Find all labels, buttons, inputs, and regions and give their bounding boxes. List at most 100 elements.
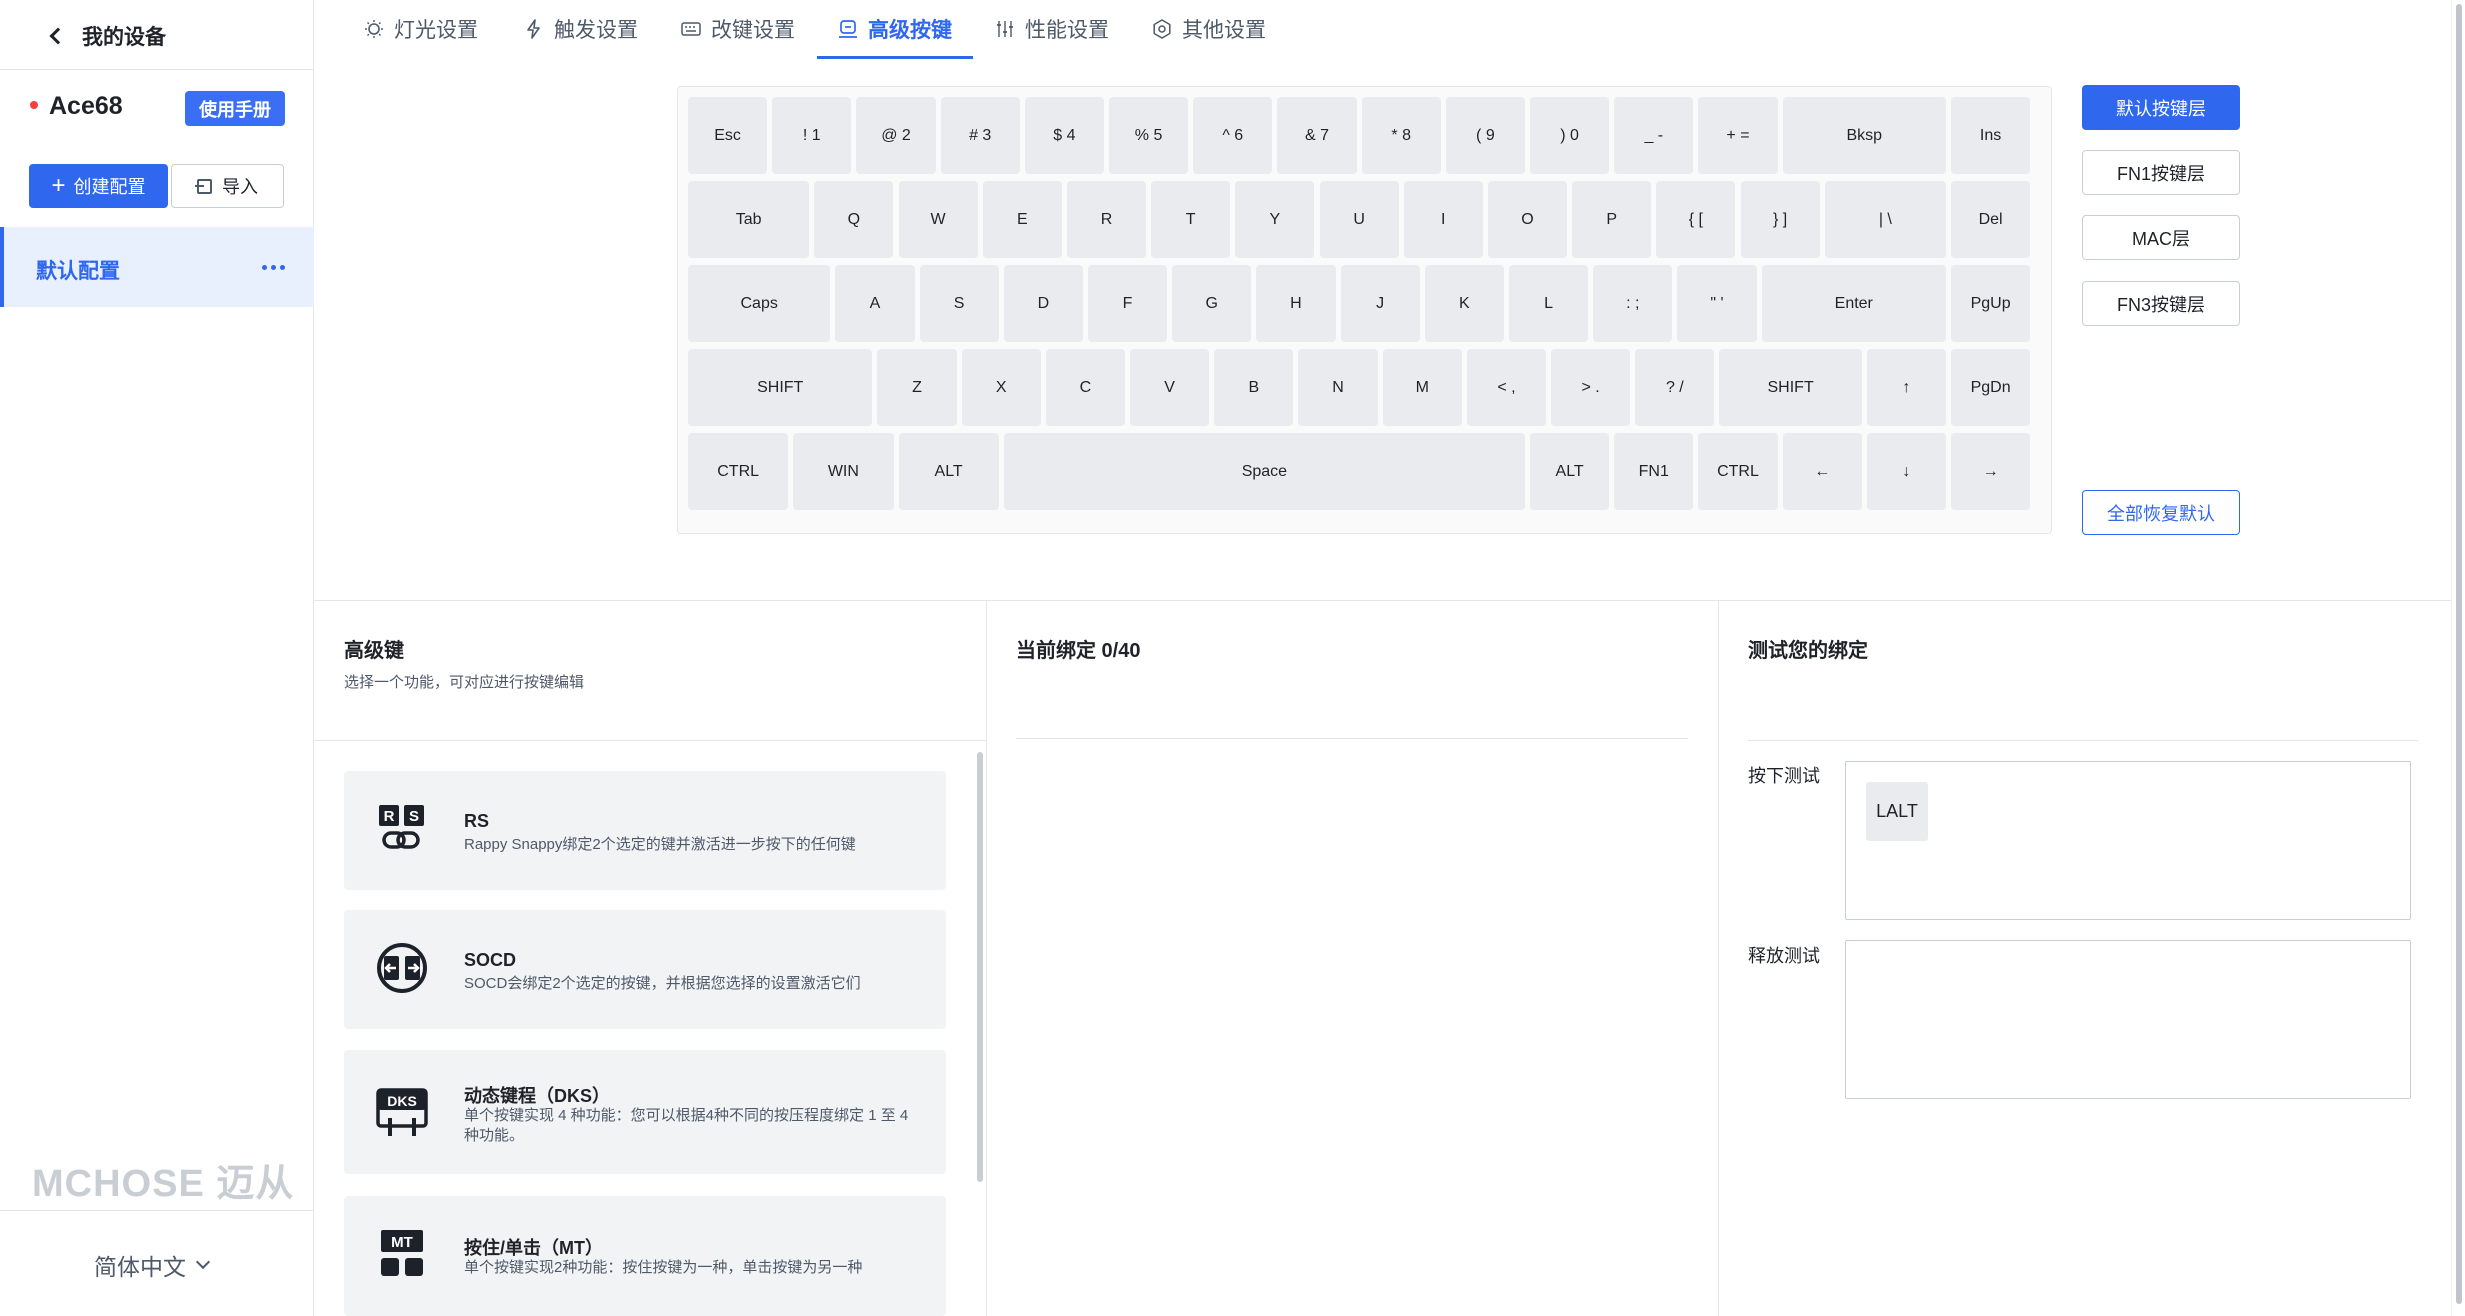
tab-trigger[interactable]: 触发设置 <box>524 0 638 58</box>
restore-all-button[interactable]: 全部恢复默认 <box>2082 490 2240 535</box>
key[interactable]: R <box>1066 181 1147 258</box>
key[interactable]: U <box>1319 181 1399 258</box>
key[interactable]: E <box>982 181 1062 258</box>
scrollbar-thumb[interactable] <box>2456 4 2462 1304</box>
key[interactable]: K <box>1424 265 1504 342</box>
key[interactable]: ^ 6 <box>1193 97 1273 174</box>
key[interactable]: C <box>1045 349 1126 426</box>
key[interactable]: A <box>835 265 915 342</box>
key[interactable]: O <box>1487 181 1568 258</box>
tab-remap[interactable]: 改键设置 <box>681 0 795 58</box>
config-item-default[interactable]: 默认配置 <box>0 227 314 307</box>
layer-mac-button[interactable]: MAC层 <box>2082 215 2240 260</box>
key[interactable]: _ - <box>1614 97 1694 174</box>
manual-button[interactable]: 使用手册 <box>185 91 285 126</box>
feature-card-rs[interactable]: R S RS Rappy Snappy绑定2个选定的键并激活进一步按下的任何键 <box>344 771 946 890</box>
feature-card-socd[interactable]: SOCD SOCD会绑定2个选定的按键，并根据您选择的设置激活它们 <box>344 910 946 1029</box>
key[interactable]: " ' <box>1677 265 1757 342</box>
key[interactable]: } ] <box>1740 181 1820 258</box>
top-tabs: 灯光设置 触发设置 改键设置 高级按键 性能设置 其他设置 <box>314 0 2451 60</box>
key[interactable]: G <box>1172 265 1252 342</box>
key[interactable]: ↓ <box>1866 433 1946 510</box>
import-button[interactable]: 导入 <box>171 164 284 208</box>
key[interactable]: Caps <box>688 265 831 342</box>
tab-other[interactable]: 其他设置 <box>1152 0 1266 58</box>
key[interactable]: Z <box>877 349 957 426</box>
key[interactable]: ( 9 <box>1445 97 1525 174</box>
key[interactable]: < , <box>1466 349 1547 426</box>
key[interactable]: W <box>898 181 978 258</box>
key[interactable]: PgUp <box>1951 265 2031 342</box>
key[interactable]: B <box>1214 349 1294 426</box>
key[interactable]: M <box>1382 349 1462 426</box>
key[interactable]: V <box>1130 349 1210 426</box>
key[interactable]: N <box>1298 349 1378 426</box>
key[interactable]: ↑ <box>1866 349 1946 426</box>
key[interactable]: ? / <box>1635 349 1715 426</box>
feature-card-dks[interactable]: DKS 动态键程（DKS） 单个按键实现 4 种功能：您可以根据4种不同的按压程… <box>344 1050 946 1174</box>
key[interactable]: | \ <box>1824 181 1946 258</box>
key[interactable]: S <box>919 265 999 342</box>
tab-advanced-keys[interactable]: 高级按键 <box>838 0 952 58</box>
key[interactable]: Q <box>814 181 894 258</box>
key[interactable]: * 8 <box>1361 97 1441 174</box>
key[interactable]: { [ <box>1656 181 1736 258</box>
key[interactable]: FN1 <box>1614 433 1694 510</box>
key[interactable]: Ins <box>1951 97 2031 174</box>
key[interactable]: % 5 <box>1109 97 1189 174</box>
import-icon <box>195 178 212 194</box>
release-test-box[interactable] <box>1845 940 2411 1099</box>
key[interactable]: WIN <box>793 433 894 510</box>
key[interactable]: + = <box>1698 97 1778 174</box>
key[interactable]: Y <box>1235 181 1315 258</box>
key[interactable]: ) 0 <box>1530 97 1610 174</box>
key[interactable]: $ 4 <box>1024 97 1104 174</box>
key[interactable]: J <box>1340 265 1420 342</box>
scrollbar[interactable] <box>977 752 983 1182</box>
layer-default-button[interactable]: 默认按键层 <box>2082 85 2240 130</box>
layer-fn1-button[interactable]: FN1按键层 <box>2082 150 2240 195</box>
key[interactable]: SHIFT <box>688 349 873 426</box>
chevron-left-icon <box>49 27 67 45</box>
layer-fn3-button[interactable]: FN3按键层 <box>2082 281 2240 326</box>
key[interactable]: Del <box>1951 181 2031 258</box>
key[interactable]: P <box>1572 181 1652 258</box>
key[interactable]: F <box>1087 265 1168 342</box>
back-button[interactable]: 我的设备 <box>46 18 166 54</box>
key[interactable]: & 7 <box>1277 97 1357 174</box>
create-config-button[interactable]: + 创建配置 <box>29 164 168 208</box>
press-test-box[interactable] <box>1845 761 2411 920</box>
language-select[interactable]: 简体中文 <box>94 1248 211 1282</box>
key[interactable]: I <box>1403 181 1483 258</box>
key[interactable]: @ 2 <box>856 97 936 174</box>
key[interactable]: : ; <box>1593 265 1673 342</box>
key[interactable]: ALT <box>1530 433 1610 510</box>
active-tab-indicator <box>817 56 973 59</box>
key[interactable]: Enter <box>1761 265 1946 342</box>
key[interactable]: SHIFT <box>1719 349 1862 426</box>
key[interactable]: CTRL <box>688 433 789 510</box>
key[interactable]: T <box>1151 181 1231 258</box>
key[interactable]: H <box>1256 265 1336 342</box>
tab-lighting[interactable]: 灯光设置 <box>364 0 478 58</box>
key[interactable]: ! 1 <box>772 97 852 174</box>
more-icon[interactable] <box>262 265 285 270</box>
key[interactable]: ALT <box>898 433 999 510</box>
key[interactable]: # 3 <box>940 97 1020 174</box>
feature-card-mt[interactable]: MT 按住/单击（MT） 单个按键实现2种功能：按住按键为一种，单击按键为另一种 <box>344 1196 946 1316</box>
key[interactable]: Space <box>1003 433 1525 510</box>
key[interactable]: Tab <box>688 181 810 258</box>
key[interactable]: PgDn <box>1951 349 2031 426</box>
key[interactable]: ← <box>1782 433 1862 510</box>
key[interactable]: → <box>1951 433 2031 510</box>
key[interactable]: D <box>1003 265 1083 342</box>
tab-performance[interactable]: 性能设置 <box>995 0 1109 58</box>
key[interactable]: Bksp <box>1782 97 1946 174</box>
key[interactable]: Esc <box>688 97 768 174</box>
page-scrollbar[interactable] <box>2451 0 2465 1316</box>
key[interactable]: X <box>961 349 1041 426</box>
key[interactable]: > . <box>1551 349 1631 426</box>
key[interactable]: CTRL <box>1698 433 1778 510</box>
language-label: 简体中文 <box>94 1254 186 1280</box>
key[interactable]: L <box>1508 265 1589 342</box>
